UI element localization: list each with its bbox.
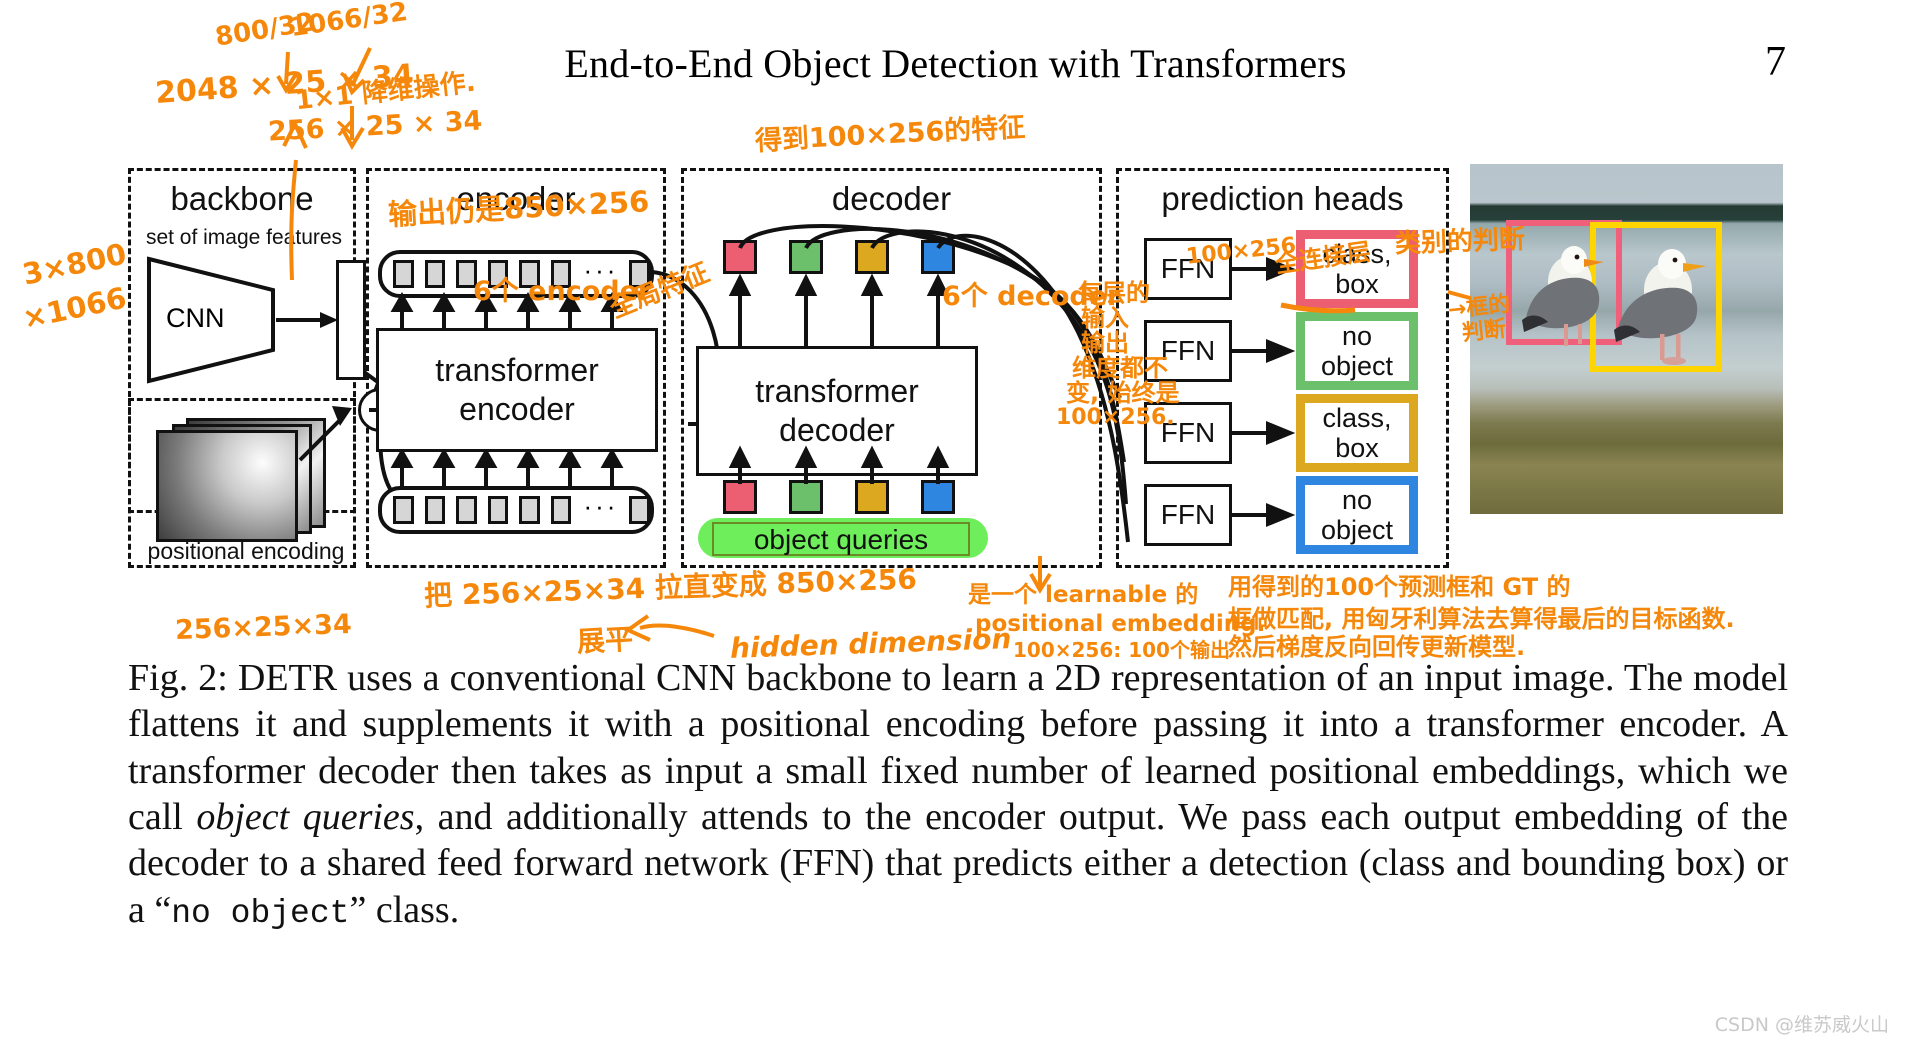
caption-mono-no-object: no object — [171, 894, 350, 932]
caption-italic-object-queries: object queries — [196, 796, 415, 839]
csdn-watermark: CSDN @维苏威火山 — [1714, 1014, 1889, 1036]
handwritten-arrows — [276, 47, 1471, 642]
caption-text-3: ” class. — [349, 888, 460, 931]
caption-prefix: Fig. 2: — [128, 657, 238, 699]
figure-caption: Fig. 2: DETR uses a conventional CNN bac… — [128, 655, 1788, 934]
